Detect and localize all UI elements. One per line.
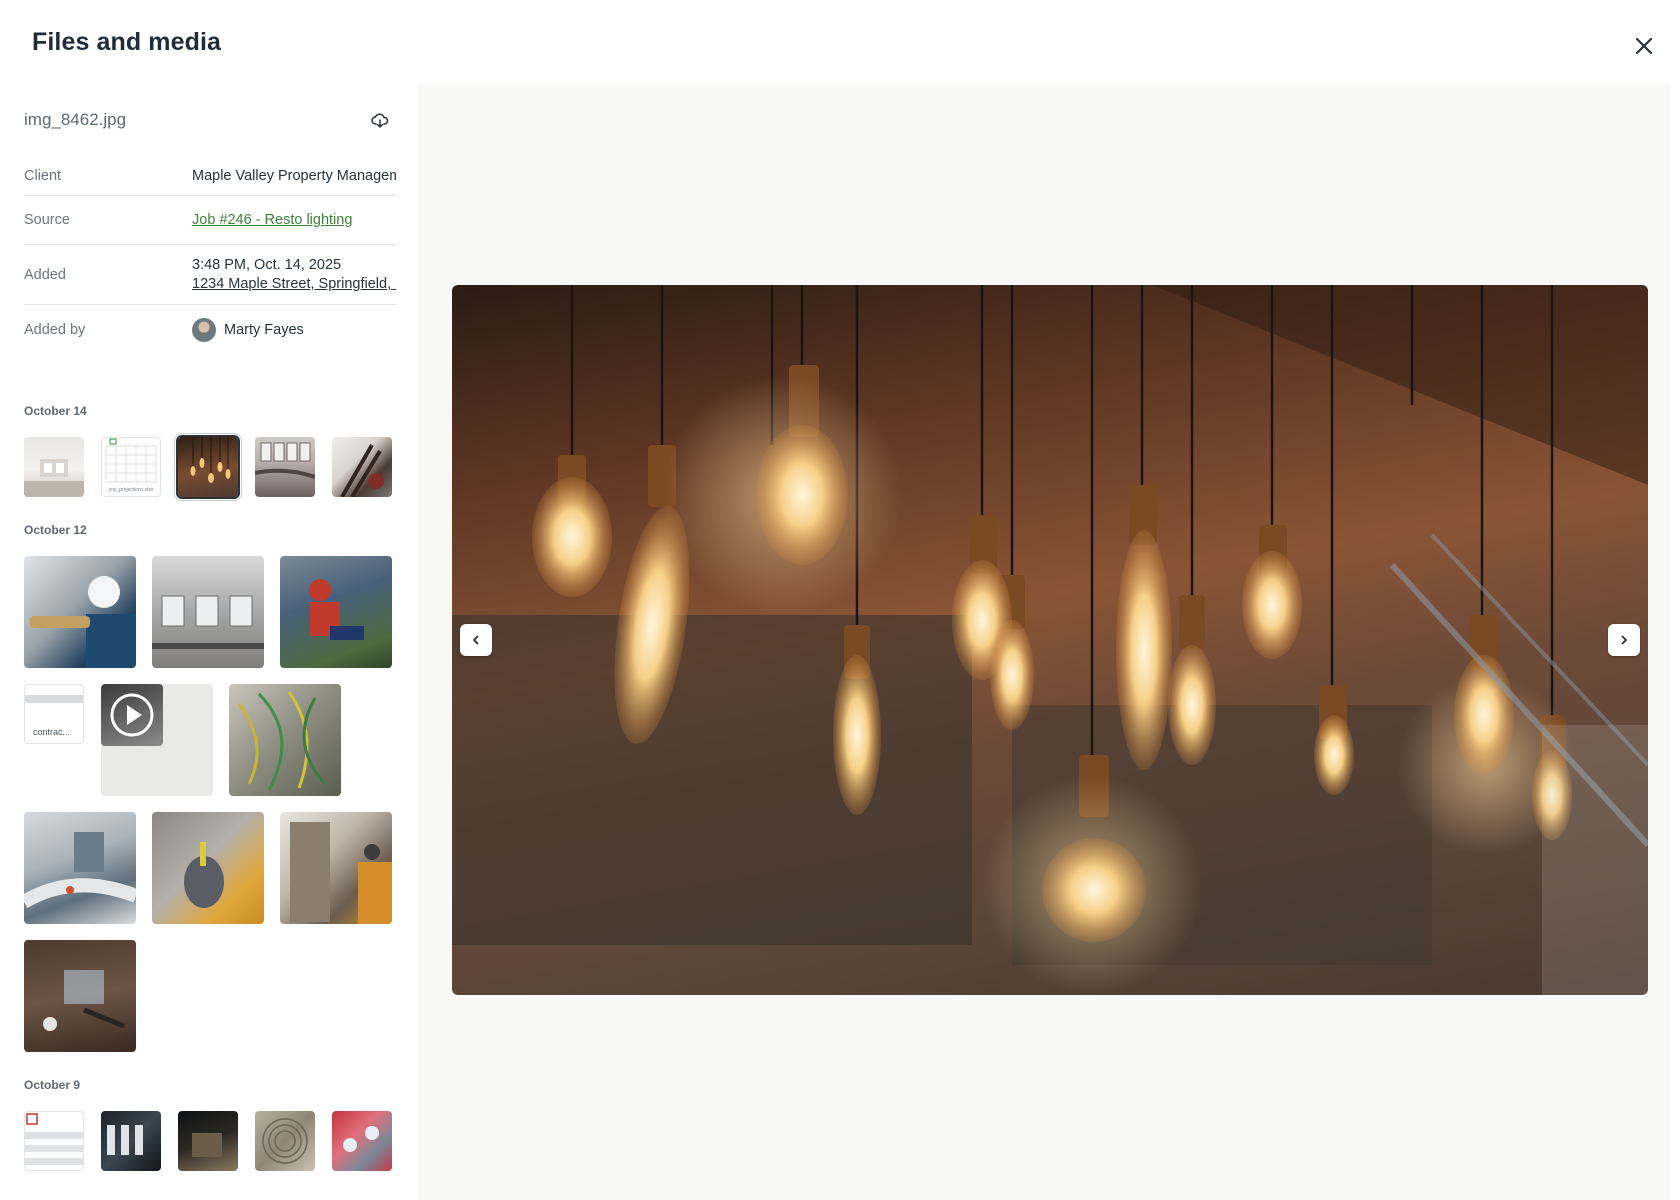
file-name: img_8462.jpg [24,110,127,129]
electrician-photo-icon [290,822,392,924]
worker-photo-icon [30,576,136,668]
thumbnail[interactable] [332,437,392,497]
thumbnail-video[interactable] [101,684,213,796]
next-button[interactable] [1608,624,1640,656]
light-bulbs-photo-icon [190,437,231,483]
thumbnail-selected[interactable] [176,435,240,499]
panel-wires-photo-icon [107,1125,143,1155]
file-details-panel: img_8462.jpg Client Maple Valley Propert… [0,84,418,1200]
meta-row-added-by: Added by Marty Fayes [24,305,396,353]
avatar [192,318,216,343]
pdf-icon [25,1113,83,1165]
group-label-october-9: October 9 [24,1078,81,1092]
thumbnail-document[interactable]: contrac... [24,684,84,744]
group-label-october-14: October 14 [24,404,87,418]
thumbnail[interactable] [24,812,136,924]
modal-header: Files and media [0,0,1680,84]
source-job-link[interactable]: Job #246 - Resto lighting [192,212,352,228]
client-label: Client [24,168,62,184]
room-photo-icon [24,459,84,497]
media-viewer [418,84,1670,1200]
previous-button[interactable] [460,624,492,656]
document-icon [25,695,83,703]
download-button[interactable] [368,109,392,133]
added-time: 3:48 PM, Oct. 14, 2025 [192,257,342,273]
thumbnail[interactable] [280,812,392,924]
circuit-photo-icon [24,832,136,909]
chevron-left-icon [473,635,479,645]
close-button[interactable] [1628,30,1660,62]
breaker-panel-photo-icon [255,442,315,479]
chevron-right-icon [1621,635,1627,645]
added-by-label: Added by [24,322,86,338]
thumbnail[interactable] [332,1111,392,1171]
thumbnail[interactable] [280,556,392,668]
meters-photo-icon [152,595,264,649]
thumbnail[interactable] [152,556,264,668]
client-value: Maple Valley Property Management [192,168,396,184]
spreadsheet-icon [105,438,157,483]
wiring-photo-icon [237,691,327,791]
thumbnail[interactable] [24,437,84,497]
page-title: Files and media [32,28,222,56]
light-bulbs-photo [452,285,1648,995]
meta-row-added: Added 3:48 PM, Oct. 14, 2025 1234 Maple … [24,245,396,305]
glove-photo-icon [184,842,224,908]
thumbnail-spreadsheet[interactable]: yoy_projections.xlsx [101,437,161,497]
thumbnail[interactable] [255,437,315,497]
file-metadata: Client Maple Valley Property Management … [24,148,396,353]
thumbnail[interactable] [255,1111,315,1171]
thumbnail[interactable] [152,812,264,924]
thumbnail[interactable] [101,1111,161,1171]
close-icon [1635,37,1653,55]
dark-panel-photo-icon [192,1133,222,1157]
play-icon [110,693,154,737]
technician-photo-icon [309,579,364,640]
thumbnail[interactable] [24,940,136,1052]
added-by-value: Marty Fayes [224,322,304,338]
spreadsheet-caption: yoy_projections.xlsx [108,487,154,493]
added-address-link[interactable]: 1234 Maple Street, Springfield, IL 62704 [192,276,396,292]
thumbnail[interactable] [229,684,341,796]
thumbnail-pdf[interactable] [24,1111,84,1171]
source-label: Source [24,212,70,228]
workbench-photo-icon [43,970,125,1031]
cable-coil-photo-icon [262,1118,308,1164]
conduit-photo-icon [343,1126,379,1152]
document-caption: contrac... [33,727,71,737]
added-label: Added [24,267,66,283]
cloud-download-icon [371,113,389,128]
thumbnail[interactable] [178,1111,238,1171]
group-label-october-12: October 12 [24,523,87,537]
thumbnail[interactable] [24,556,136,668]
meta-row-client: Client Maple Valley Property Management [24,148,396,196]
main-photo [452,285,1648,995]
meta-row-source: Source Job #246 - Resto lighting [24,196,396,245]
tools-photo-icon [340,444,384,497]
